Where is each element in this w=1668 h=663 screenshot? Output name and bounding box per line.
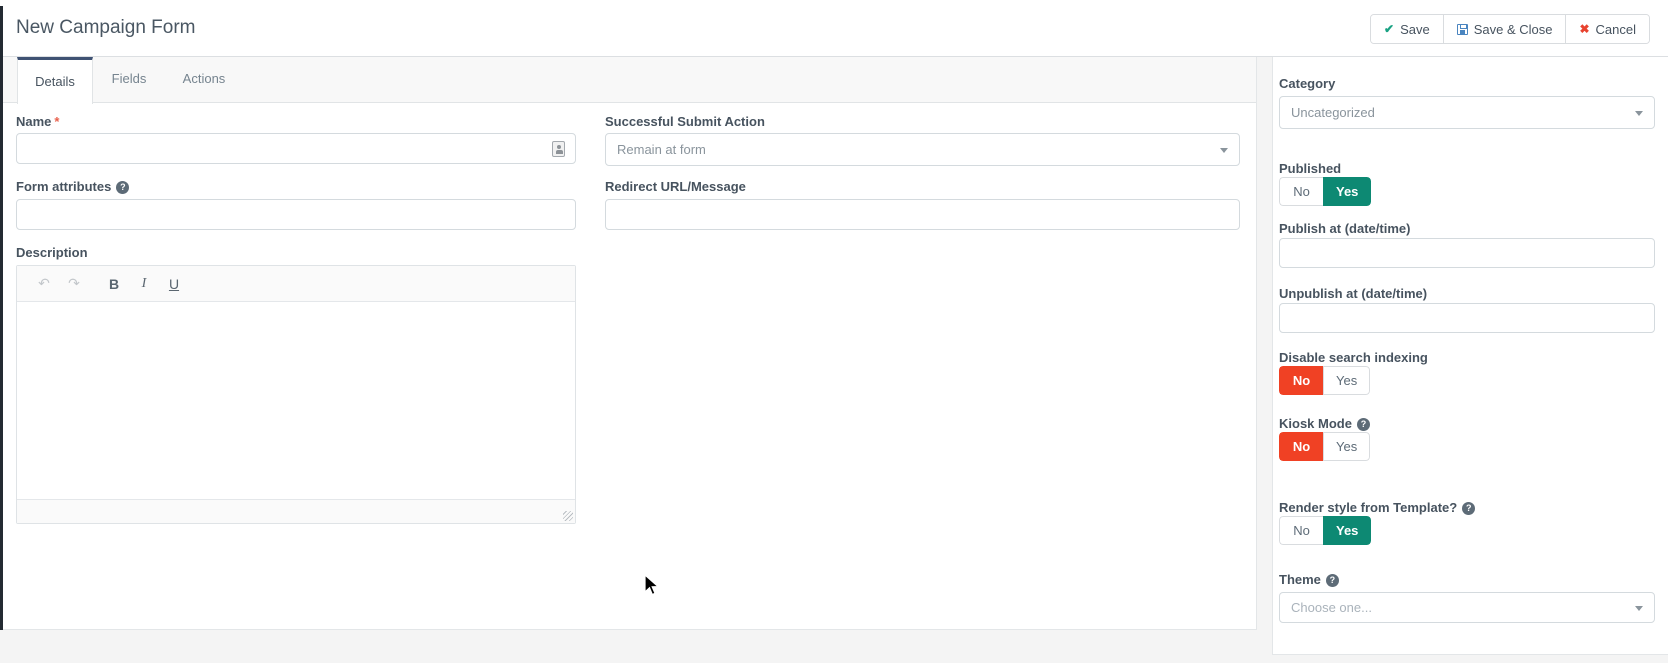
required-asterisk: * bbox=[54, 114, 60, 129]
help-icon[interactable]: ? bbox=[1462, 502, 1476, 515]
publish-at-input[interactable] bbox=[1279, 238, 1655, 268]
redirect-url-input[interactable] bbox=[605, 199, 1240, 230]
kiosk-no-button[interactable]: No bbox=[1279, 432, 1323, 461]
disable-search-indexing-toggle: No Yes bbox=[1279, 366, 1371, 395]
render-style-toggle: No Yes bbox=[1279, 516, 1372, 545]
chevron-down-icon bbox=[1635, 605, 1643, 611]
published-yes-button[interactable]: Yes bbox=[1323, 177, 1372, 206]
published-no-button[interactable]: No bbox=[1279, 177, 1323, 206]
render-style-no-button[interactable]: No bbox=[1279, 516, 1323, 545]
browser-autofill-icon[interactable] bbox=[552, 141, 565, 157]
check-icon: ✔ bbox=[1384, 22, 1395, 36]
redirect-url-label: Redirect URL/Message bbox=[605, 179, 746, 194]
editor-toolbar: ↶ ↷ B I U bbox=[17, 266, 575, 302]
render-style-label: Render style from Template?? bbox=[1279, 500, 1476, 515]
close-icon: ✖ bbox=[1579, 22, 1590, 36]
published-toggle: No Yes bbox=[1279, 177, 1372, 206]
disable-search-yes-button[interactable]: Yes bbox=[1323, 366, 1371, 395]
publish-at-label: Publish at (date/time) bbox=[1279, 221, 1411, 236]
render-style-yes-button[interactable]: Yes bbox=[1323, 516, 1372, 545]
category-label: Category bbox=[1279, 76, 1336, 91]
editor-status-bar bbox=[17, 499, 575, 523]
publish-options-sidebar: Category Uncategorized Published No Yes … bbox=[1272, 57, 1668, 655]
form-attributes-input[interactable] bbox=[16, 199, 576, 230]
category-select[interactable]: Uncategorized bbox=[1279, 96, 1655, 129]
save-and-close-label: Save & Close bbox=[1473, 21, 1553, 37]
kiosk-mode-toggle: No Yes bbox=[1279, 432, 1371, 461]
form-details-panel: Details Fields Actions Name * Form attrib… bbox=[3, 57, 1257, 630]
chevron-down-icon bbox=[1635, 110, 1643, 116]
undo-icon[interactable]: ↶ bbox=[31, 271, 57, 297]
tab-fields[interactable]: Fields bbox=[94, 57, 164, 104]
tab-details[interactable]: Details bbox=[17, 57, 93, 104]
submit-action-select[interactable]: Remain at form bbox=[605, 133, 1240, 166]
theme-select[interactable]: Choose one... bbox=[1279, 592, 1655, 623]
theme-placeholder: Choose one... bbox=[1291, 600, 1372, 615]
bold-icon[interactable]: B bbox=[101, 271, 127, 297]
mouse-cursor bbox=[644, 573, 662, 603]
page-header: New Campaign Form ✔ Save Save & Close ✖ … bbox=[0, 0, 1668, 57]
description-label: Description bbox=[16, 245, 88, 260]
kiosk-yes-button[interactable]: Yes bbox=[1323, 432, 1371, 461]
disable-search-indexing-label: Disable search indexing bbox=[1279, 350, 1428, 365]
new-campaign-form-page: New Campaign Form ✔ Save Save & Close ✖ … bbox=[0, 0, 1668, 663]
cancel-button[interactable]: ✖ Cancel bbox=[1566, 15, 1649, 43]
floppy-disk-icon bbox=[1456, 23, 1468, 35]
resize-grip-icon[interactable] bbox=[563, 511, 573, 521]
help-icon[interactable]: ? bbox=[116, 181, 130, 194]
save-and-close-button[interactable]: Save & Close bbox=[1443, 15, 1567, 43]
kiosk-mode-label: Kiosk Mode? bbox=[1279, 416, 1370, 431]
description-rich-text-editor: ↶ ↷ B I U bbox=[16, 265, 576, 524]
help-icon[interactable]: ? bbox=[1325, 574, 1339, 587]
name-input[interactable] bbox=[16, 133, 576, 164]
underline-icon[interactable]: U bbox=[161, 271, 187, 297]
chevron-down-icon bbox=[1220, 147, 1228, 153]
description-editor-body[interactable] bbox=[17, 302, 575, 499]
submit-action-label: Successful Submit Action bbox=[605, 114, 765, 129]
form-attributes-label: Form attributes? bbox=[16, 179, 130, 194]
theme-label: Theme? bbox=[1279, 572, 1339, 587]
save-button-label: Save bbox=[1400, 21, 1430, 37]
italic-icon[interactable]: I bbox=[131, 271, 157, 297]
cancel-button-label: Cancel bbox=[1595, 21, 1636, 37]
published-label: Published bbox=[1279, 161, 1342, 176]
category-value: Uncategorized bbox=[1291, 105, 1375, 120]
header-action-buttons: ✔ Save Save & Close ✖ Cancel bbox=[1370, 14, 1650, 44]
tab-actions[interactable]: Actions bbox=[164, 57, 244, 104]
help-icon[interactable]: ? bbox=[1356, 418, 1370, 431]
name-label: Name * bbox=[16, 114, 60, 129]
unpublish-at-input[interactable] bbox=[1279, 303, 1655, 333]
page-title: New Campaign Form bbox=[16, 17, 196, 38]
redo-icon[interactable]: ↷ bbox=[61, 271, 87, 297]
disable-search-no-button[interactable]: No bbox=[1279, 366, 1323, 395]
save-button[interactable]: ✔ Save bbox=[1371, 15, 1444, 43]
tab-strip: Details Fields Actions bbox=[3, 57, 1256, 104]
submit-action-value: Remain at form bbox=[617, 142, 706, 157]
unpublish-at-label: Unpublish at (date/time) bbox=[1279, 286, 1428, 301]
